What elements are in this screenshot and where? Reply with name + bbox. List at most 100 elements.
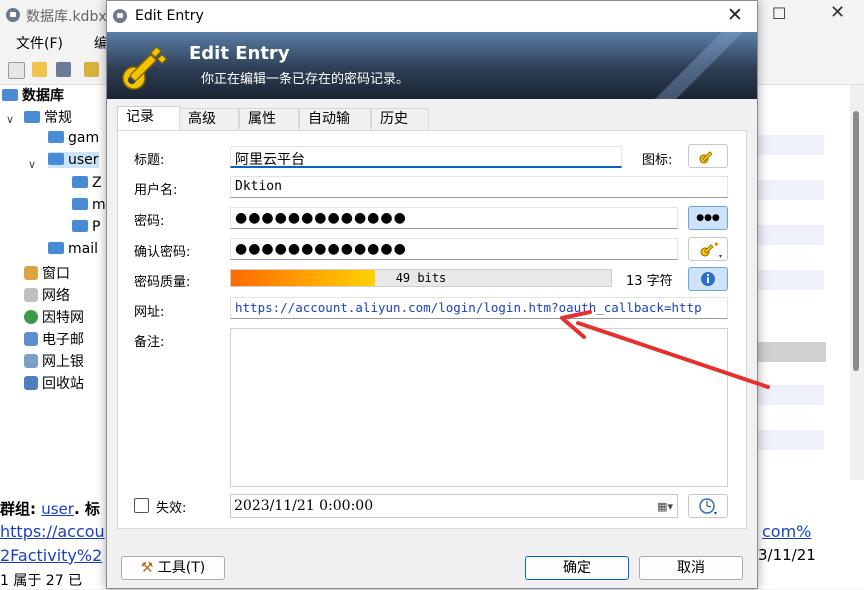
entry-list: [758, 85, 850, 480]
tree-item-general[interactable]: 常规: [24, 107, 72, 127]
entry-tab-panel: 标题: 阿里云平台 图标: 用户名: Dktion 密码: ●●●●●●●●●●…: [117, 130, 747, 529]
password-quality-bits: 49 bits: [395, 271, 447, 285]
tab-properties[interactable]: 属性: [239, 108, 299, 129]
cancel-button[interactable]: 取消: [639, 556, 743, 580]
tree-item-sub3[interactable]: P: [72, 219, 100, 235]
clock-icon: ▾: [699, 498, 717, 517]
title-label: 标题:: [134, 153, 165, 168]
tab-advanced[interactable]: 高级: [179, 108, 239, 129]
tab-auto-type[interactable]: 自动输入: [299, 108, 371, 148]
collapse-icon[interactable]: ∨: [6, 113, 14, 126]
password-quality-bar: 49 bits: [230, 269, 612, 287]
expiry-date-value: 2023/11/21 0:00:00: [234, 498, 374, 514]
icon-label: 图标:: [642, 153, 673, 168]
folder-icon: [48, 242, 64, 254]
expires-label: 失效:: [156, 501, 187, 516]
key-icon: [699, 151, 713, 164]
key-icon: [122, 46, 167, 90]
tree-item-recycle[interactable]: 回收站: [24, 373, 84, 393]
tree-item-windows[interactable]: 窗口: [24, 263, 70, 283]
tree-item-mail[interactable]: mail: [48, 241, 98, 257]
expiry-date-picker[interactable]: 2023/11/21 0:00:00 ▦▾: [230, 494, 678, 518]
entry-row[interactable]: [758, 135, 824, 155]
details-url-line2[interactable]: 2Factivity%2: [0, 546, 102, 565]
banner-pen-decoration: [647, 32, 757, 99]
close-icon[interactable]: ✕: [727, 4, 743, 26]
tree-item-banking[interactable]: 网上银: [24, 351, 84, 371]
tree-item-sub1[interactable]: Z: [72, 175, 102, 191]
expires-checkbox[interactable]: [134, 498, 149, 513]
envelope-icon: [24, 332, 38, 346]
folder-icon: [72, 198, 88, 210]
quality-label: 密码质量:: [134, 275, 191, 290]
maximize-icon[interactable]: ☐: [772, 4, 786, 23]
tab-history[interactable]: 历史: [371, 108, 429, 129]
add-entry-icon[interactable]: [84, 62, 99, 77]
scrollbar-thumb[interactable]: [853, 111, 859, 371]
windows-icon: [24, 266, 38, 280]
dialog-titlebar: Edit Entry ✕: [107, 1, 757, 32]
banner-heading: Edit Entry: [189, 43, 290, 64]
svg-text:▾: ▾: [714, 510, 717, 517]
folder-icon: [2, 89, 18, 101]
entry-row[interactable]: [758, 430, 824, 450]
calendar-dropdown-icon[interactable]: ▦▾: [657, 500, 673, 513]
username-input[interactable]: Dktion: [230, 176, 728, 198]
confirm-password-label: 确认密码:: [134, 245, 191, 260]
group-link[interactable]: user: [41, 500, 74, 518]
tree-item-email[interactable]: 电子邮: [24, 329, 84, 349]
password-label: 密码:: [134, 214, 165, 229]
info-icon: [701, 272, 715, 286]
ok-button[interactable]: 确定: [525, 556, 629, 580]
entry-row-selected[interactable]: [758, 342, 826, 362]
network-icon: [24, 288, 38, 302]
collapse-icon[interactable]: ∨: [28, 158, 36, 171]
url-input[interactable]: https://account.aliyun.com/login/login.h…: [230, 297, 728, 319]
notes-textarea[interactable]: [230, 328, 728, 487]
quality-info-button[interactable]: [688, 267, 728, 291]
password-input[interactable]: ●●●●●●●●●●●●●: [230, 207, 678, 229]
tree-item-internet[interactable]: 因特网: [24, 307, 84, 327]
folder-icon: [48, 131, 64, 143]
keepass-lock-icon: [113, 9, 127, 23]
tools-icon: ⚒: [140, 560, 154, 576]
tree-item-network[interactable]: 网络: [24, 285, 70, 305]
confirm-password-input[interactable]: ●●●●●●●●●●●●●: [230, 238, 678, 260]
menu-file[interactable]: 文件(F): [16, 33, 63, 53]
close-icon[interactable]: ✕: [830, 2, 845, 23]
tree-item-games[interactable]: gam: [48, 130, 99, 146]
entry-row[interactable]: [758, 270, 824, 290]
tree-item-user[interactable]: user: [48, 152, 99, 168]
password-generator-button[interactable]: ✦ ▾: [688, 237, 728, 261]
key-generator-icon: ✦ ▾: [700, 240, 722, 260]
icon-picker-button[interactable]: [688, 144, 728, 168]
tab-entry[interactable]: 记录: [117, 106, 181, 130]
details-url-tail[interactable]: com%: [762, 522, 811, 541]
globe-icon: [24, 310, 38, 324]
show-password-button[interactable]: ●●●: [688, 206, 728, 230]
expiry-presets-button[interactable]: ▾: [688, 494, 728, 518]
save-icon[interactable]: [56, 62, 71, 77]
folder-icon: [24, 111, 40, 123]
dialog-title: Edit Entry: [135, 8, 204, 24]
folder-icon: [72, 176, 88, 188]
details-url-line1[interactable]: https://accou: [0, 522, 105, 541]
dialog-banner: Edit Entry 你正在编辑一条已存在的密码记录。: [107, 32, 757, 99]
tree-root[interactable]: 数据库: [2, 85, 64, 105]
entry-row[interactable]: [758, 385, 824, 405]
banner-subheading: 你正在编辑一条已存在的密码记录。: [201, 72, 410, 87]
entry-row[interactable]: [758, 180, 824, 200]
entry-row[interactable]: [758, 225, 824, 245]
vertical-scrollbar[interactable]: [850, 85, 864, 480]
details-date-tail: 3/11/21: [758, 546, 816, 564]
title-input[interactable]: 阿里云平台: [230, 146, 622, 168]
notes-label: 备注:: [134, 335, 165, 350]
url-label: 网址:: [134, 305, 165, 320]
svg-text:✦: ✦: [713, 240, 720, 249]
tree-item-sub2[interactable]: m: [72, 197, 106, 213]
new-db-icon[interactable]: [8, 62, 25, 79]
open-folder-icon[interactable]: [32, 62, 47, 77]
group-tree: 数据库 ∨ 常规 gam ∨ user Z m P mail 窗口 网络 因特网…: [0, 85, 106, 480]
tools-button[interactable]: ⚒ 工具(T): [121, 556, 225, 580]
svg-text:▾: ▾: [719, 253, 722, 260]
